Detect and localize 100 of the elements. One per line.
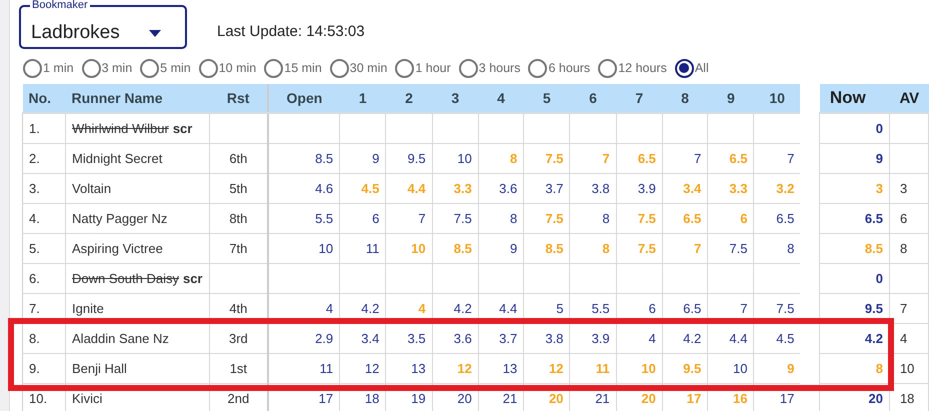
column-header: AV bbox=[889, 84, 928, 113]
odds-value: 10 bbox=[411, 241, 426, 256]
odds-value: 16 bbox=[733, 391, 748, 406]
column-header: 8 bbox=[662, 84, 708, 113]
odds-value: 20 bbox=[548, 391, 564, 406]
odds-value: 9 bbox=[510, 241, 518, 256]
odds-value: 6.5 bbox=[683, 211, 702, 226]
table-cell: 4. bbox=[22, 204, 66, 234]
current-odds: 8 bbox=[876, 361, 883, 376]
odds-value: 4.5 bbox=[361, 181, 380, 196]
table-cell: 7th bbox=[229, 241, 248, 256]
odds-value: 11 bbox=[320, 361, 334, 376]
odds-value: 3.4 bbox=[361, 331, 380, 346]
table-cell: 3rd bbox=[228, 331, 248, 346]
odds-value: 8 bbox=[510, 211, 518, 226]
odds-value: 9 bbox=[372, 151, 380, 166]
odds-value: 11 bbox=[366, 241, 380, 256]
odds-value: 3.8 bbox=[545, 331, 564, 346]
table-cell: 1. bbox=[22, 113, 66, 144]
runner-name: Voltain bbox=[72, 181, 112, 196]
odds-value: 6.5 bbox=[683, 301, 702, 316]
odds-value: 4.5 bbox=[776, 331, 794, 346]
odds-value: 3.8 bbox=[592, 181, 610, 196]
odds-value: 3.3 bbox=[729, 181, 748, 196]
runner-name: Down South Daisy bbox=[72, 271, 179, 286]
column-header: 7 bbox=[616, 84, 662, 113]
runner-name: Benji Hall bbox=[72, 361, 127, 376]
odds-value: 3.3 bbox=[454, 181, 472, 196]
table-cell: 3. bbox=[22, 174, 66, 204]
current-odds: 4.2 bbox=[864, 331, 883, 346]
interval-radio[interactable]: 10 min bbox=[198, 58, 256, 78]
interval-radio[interactable]: 1 min bbox=[23, 58, 74, 78]
odds-value: 2.9 bbox=[315, 331, 334, 346]
odds-value: 19 bbox=[411, 391, 426, 406]
odds-value: 6.5 bbox=[776, 211, 794, 226]
interval-radio[interactable]: 12 hours bbox=[598, 58, 667, 78]
field-label: Bookmaker bbox=[30, 0, 90, 11]
odds-value: 12 bbox=[364, 361, 380, 376]
interval-radio[interactable]: 3 hours bbox=[458, 58, 520, 78]
current-odds: 3 bbox=[876, 181, 883, 196]
odds-value: 7 bbox=[787, 151, 794, 166]
table-cell: 8. bbox=[22, 324, 66, 354]
interval-radio[interactable]: 1 hour bbox=[395, 58, 451, 78]
runner-name: Ignite bbox=[72, 301, 104, 316]
table-cell: 5. bbox=[22, 234, 66, 264]
current-odds: 0 bbox=[876, 121, 883, 136]
odds-value: 8.5 bbox=[454, 241, 472, 256]
odds-value: 7.5 bbox=[454, 211, 472, 226]
odds-value: 10 bbox=[733, 361, 748, 376]
odds-value: 4.4 bbox=[729, 331, 748, 346]
odds-value: 4.4 bbox=[408, 181, 426, 196]
interval-radio[interactable]: 3 min bbox=[82, 58, 132, 78]
current-odds: 8.5 bbox=[864, 241, 883, 256]
column-header: Runner Name bbox=[66, 84, 209, 113]
table-cell: 4th bbox=[229, 301, 248, 316]
average-odds: 18 bbox=[900, 391, 914, 406]
interval-radio[interactable]: 30 min bbox=[330, 58, 388, 78]
column-header: No. bbox=[22, 84, 66, 113]
odds-value: 7.5 bbox=[776, 301, 794, 316]
odds-value: 6.5 bbox=[638, 151, 656, 166]
runner-name: Kivici bbox=[72, 391, 102, 406]
odds-value: 21 bbox=[595, 391, 610, 406]
current-odds: 6.5 bbox=[864, 211, 883, 226]
current-odds: 9 bbox=[876, 151, 883, 166]
odds-value: 4 bbox=[648, 331, 656, 346]
odds-value: 17 bbox=[686, 391, 702, 406]
odds-value: 3.5 bbox=[408, 331, 426, 346]
odds-value: 13 bbox=[411, 361, 426, 376]
odds-value: 17 bbox=[318, 391, 334, 406]
average-odds: 3 bbox=[900, 181, 908, 196]
runner-name: Natty Pagger Nz bbox=[72, 211, 168, 226]
column-header: Rst bbox=[209, 84, 268, 113]
interval-radio[interactable]: 6 hours bbox=[528, 58, 590, 78]
column-header: 6 bbox=[570, 84, 616, 113]
odds-value: 8 bbox=[602, 211, 610, 226]
odds-value: 5.5 bbox=[315, 211, 334, 226]
odds-value: 20 bbox=[457, 391, 472, 406]
odds-value: 3.2 bbox=[776, 181, 794, 196]
average-odds: 6 bbox=[900, 211, 908, 226]
odds-value: 3.6 bbox=[499, 181, 518, 196]
table-cell: 2. bbox=[22, 144, 66, 174]
table-cell: 6. bbox=[22, 264, 66, 294]
odds-value: 8 bbox=[602, 241, 610, 256]
column-header: Now bbox=[820, 84, 890, 113]
odds-value: 7 bbox=[602, 151, 610, 166]
average-odds: 10 bbox=[900, 361, 914, 376]
odds-value: 10 bbox=[641, 361, 656, 376]
odds-value: 9.5 bbox=[408, 151, 426, 166]
average-odds: 4 bbox=[900, 331, 908, 346]
odds-value: 3.7 bbox=[499, 331, 518, 346]
interval-radio[interactable]: 5 min bbox=[140, 58, 191, 78]
interval-radio[interactable]: 15 min bbox=[264, 58, 322, 78]
odds-value: 5 bbox=[556, 301, 564, 316]
column-header: 1 bbox=[340, 84, 386, 113]
runner-name: Aspiring Victree bbox=[72, 241, 163, 256]
odds-value: 20 bbox=[641, 391, 656, 406]
odds-value: 9.5 bbox=[683, 361, 702, 376]
odds-value: 17 bbox=[780, 391, 794, 406]
last-update-text: Last Update: 14:53:03 bbox=[217, 22, 365, 40]
odds-value: 7 bbox=[694, 241, 702, 256]
